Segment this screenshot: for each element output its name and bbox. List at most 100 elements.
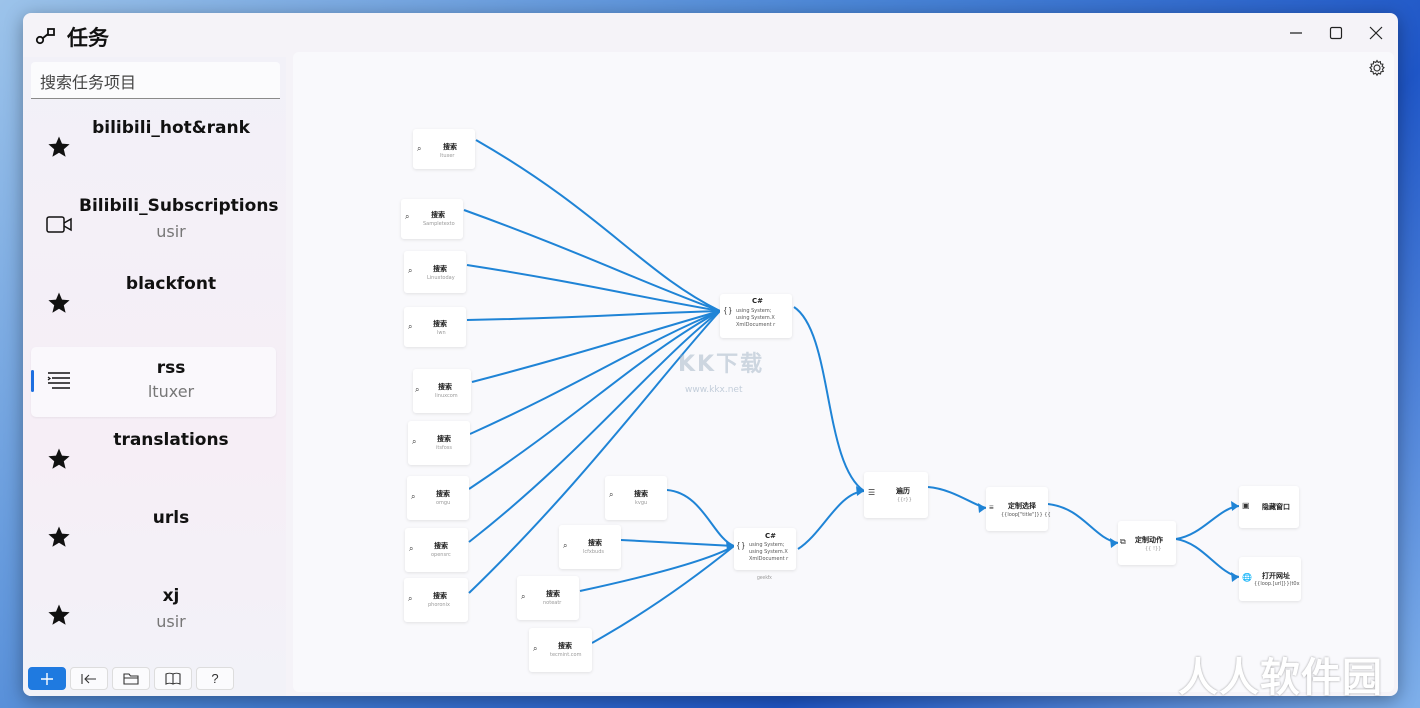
window-hide-icon: ▣ <box>1242 501 1250 510</box>
connector <box>620 539 735 547</box>
node-subtitle: tecmint.com <box>550 652 582 658</box>
custom-select-node[interactable]: ≡ 定制选择 {{loop["title"]}} {{ <box>986 487 1051 531</box>
node-subtitle: noteatr <box>543 600 562 606</box>
search-icon: ⌕ <box>521 592 526 601</box>
node-title: 搜索 <box>433 592 447 600</box>
arrowhead <box>1231 501 1239 511</box>
search-icon: ⌕ <box>409 544 414 553</box>
connector <box>468 310 721 490</box>
search-node[interactable]: ⌕ 搜索 phoronix <box>404 578 468 622</box>
search-icon: ⌕ <box>408 594 413 603</box>
action-icon: ⧉ <box>1120 537 1126 546</box>
search-icon: ⌕ <box>405 212 410 221</box>
loop-node[interactable]: ☰ 遍历 {{r}} <box>864 472 928 518</box>
node-subtitle: lcfxbuds <box>583 549 604 555</box>
globe-icon: 🌐 <box>1242 573 1252 582</box>
open-url-node[interactable]: 🌐 打开网址 {{loop.[url]}}(t0x <box>1239 557 1301 601</box>
node-title: 搜索 <box>588 539 602 547</box>
connector <box>1175 538 1240 578</box>
search-node[interactable]: ⌕ 搜索 itsfoss <box>408 421 470 465</box>
node-subtitle: phoronix <box>428 602 450 608</box>
arrowhead <box>978 503 986 513</box>
connector <box>475 139 721 312</box>
search-icon: ⌕ <box>417 144 422 153</box>
node-title: 搜索 <box>434 542 448 550</box>
search-node[interactable]: ⌕ 搜索 lcfxbuds <box>559 525 621 569</box>
node-subtitle: lwn <box>437 330 446 336</box>
node-subtitle: linuxcom <box>435 393 458 399</box>
node-subtitle: itsfoss <box>436 445 452 451</box>
search-node[interactable]: ⌕ 搜索 lwn <box>404 307 466 347</box>
search-icon: ⌕ <box>408 266 413 275</box>
node-title: 搜索 <box>436 490 450 498</box>
connector <box>1047 503 1119 544</box>
search-icon: ⌕ <box>533 644 538 653</box>
csharp-node[interactable]: C# { } using System; using System.X XmlD… <box>720 294 792 338</box>
csharp-node[interactable]: C# { } using System; using System.X XmlD… <box>734 528 796 570</box>
node-title: 搜索 <box>431 211 445 219</box>
connector <box>1175 505 1240 540</box>
search-node[interactable]: ⌕ 搜索 noteatr <box>517 576 579 620</box>
custom-action-node[interactable]: ⧉ 定制动作 {{ !}} <box>1118 521 1176 565</box>
node-title: 搜索 <box>546 590 560 598</box>
connector <box>666 489 735 547</box>
code-line: XmlDocument r <box>749 556 789 562</box>
search-node[interactable]: ⌕ 搜索 tecmint.com <box>529 628 592 672</box>
node-title: 搜索 <box>433 320 447 328</box>
code-line: using System.X <box>749 549 788 555</box>
node-title: 打开网址 <box>1262 572 1290 580</box>
search-node[interactable]: ⌕ 搜索 kvgu <box>605 476 667 520</box>
search-icon: ⌕ <box>563 541 568 550</box>
search-icon: ⌕ <box>411 492 416 501</box>
arrowhead <box>1231 572 1239 582</box>
filter-list-icon: ≡ <box>989 503 994 512</box>
node-title: 搜索 <box>443 143 457 151</box>
node-subtitle: omgu <box>436 500 451 506</box>
node-title: 搜索 <box>437 435 451 443</box>
node-title: 定制选择 <box>1008 502 1036 510</box>
search-node[interactable]: ⌕ 搜索 omgu <box>407 476 469 520</box>
node-subtitle: kvgu <box>635 500 648 506</box>
node-subtitle: Sampletexto <box>423 221 455 227</box>
search-icon: ⌕ <box>412 437 417 446</box>
connector <box>463 209 721 312</box>
hide-window-node[interactable]: ▣ 隐藏窗口 <box>1239 486 1299 528</box>
connector <box>793 306 865 492</box>
node-subtitle: {{loop["title"]}} {{ <box>1001 512 1051 518</box>
node-title: 搜索 <box>433 265 447 273</box>
code-line: using System.X <box>736 315 775 321</box>
search-icon: ⌕ <box>408 322 413 331</box>
node-title: 隐藏窗口 <box>1262 503 1290 511</box>
watermark-logo: KK下载 <box>678 352 765 377</box>
arrowhead <box>1110 538 1118 548</box>
node-title: 搜索 <box>438 383 452 391</box>
code-line: XmlDocument r <box>736 322 776 328</box>
node-subtitle: ltuxer <box>440 153 455 159</box>
search-node[interactable]: ⌕ 搜索 Sampletexto <box>401 199 463 239</box>
node-title: 搜索 <box>558 642 572 650</box>
node-subtitle: {{ !}} <box>1145 546 1162 552</box>
node-subtitle: {{r}} <box>897 497 912 503</box>
connector <box>927 486 987 509</box>
search-node[interactable]: ⌕ 搜索 Linuxtoday <box>404 251 466 293</box>
node-subtitle: {{loop.[url]}}(t0x <box>1254 581 1300 587</box>
node-title: 遍历 <box>896 487 910 495</box>
node-title: C# <box>765 532 777 540</box>
connector <box>797 490 865 550</box>
search-node[interactable]: ⌕ 搜索 linuxcom <box>413 369 471 413</box>
code-line: using System; <box>749 542 785 548</box>
node-caption: geekfx <box>757 575 772 581</box>
node-title: C# <box>752 297 764 305</box>
node-subtitle: Linuxtoday <box>427 275 455 281</box>
watermark-url: www.kkx.net <box>685 385 743 395</box>
node-title: 搜索 <box>634 490 648 498</box>
connector <box>466 310 721 321</box>
code-braces-icon: { } <box>724 306 732 315</box>
search-node[interactable]: ⌕ 搜索 ltuxer <box>413 129 475 169</box>
search-icon: ⌕ <box>609 490 614 499</box>
list-icon: ☰ <box>868 488 876 497</box>
node-subtitle: opensrc <box>431 552 451 558</box>
search-node[interactable]: ⌕ 搜索 opensrc <box>405 528 468 572</box>
node-title: 定制动作 <box>1135 536 1163 544</box>
code-line: using System; <box>736 308 772 314</box>
